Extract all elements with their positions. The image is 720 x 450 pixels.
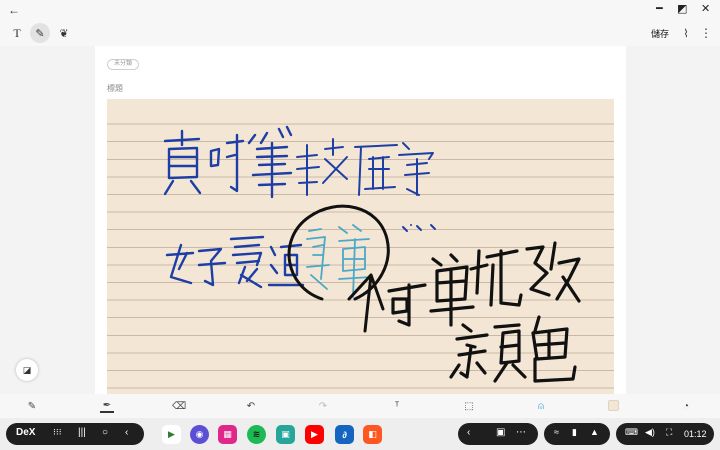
keyboard-icon[interactable]: ⌨ — [625, 427, 638, 438]
handwriting-line-4 — [449, 315, 577, 383]
minimize-icon[interactable]: ━ — [656, 2, 663, 15]
signal-icon[interactable]: ▮ — [572, 427, 577, 438]
shape-pen-icon[interactable]: ⍝ — [534, 399, 548, 413]
messages-icon[interactable]: ▣ — [276, 425, 295, 444]
youtube-icon[interactable]: ▶ — [305, 425, 324, 444]
highlighter-icon[interactable]: ✎ — [25, 399, 39, 413]
taskbar-system-pill: ⌨ ◀) ⛶ 01:12 — [616, 423, 714, 445]
taskbar-status-pill: ≈ ▮ ▲ — [544, 423, 610, 445]
dex-button[interactable]: DeX — [16, 427, 35, 438]
back-arrow-icon[interactable]: ← — [8, 3, 20, 17]
handwriting-strokes — [163, 125, 581, 383]
note-sheet: 未分類 標題 — [95, 46, 626, 394]
window-bar: ← ━ ◩ ✕ — [0, 0, 720, 20]
paper-color-swatch[interactable] — [608, 400, 619, 411]
screen-capture-icon[interactable]: ⛶ — [666, 427, 672, 438]
wifi-icon[interactable]: ≈ — [554, 427, 559, 437]
notes-app-icon[interactable]: ∂ — [335, 425, 354, 444]
handwriting-line-1-continued — [296, 138, 436, 232]
screenshot-icon[interactable]: ▣ — [496, 427, 505, 438]
note-toolbar: T ✎ ❦ 儲存 ⌇ ⋮ — [0, 20, 720, 46]
text-style-icon[interactable]: ᵀ — [390, 399, 404, 413]
text-mode-icon[interactable]: T — [7, 23, 27, 43]
dex-taskbar: DeX ⁝⁝⁝ ||| ○ ‹ ▶ ◉ ▦ ≋ ▣ ▶ ∂ ◧ ‹ ▣ ⋯ ≈ … — [0, 418, 720, 450]
maximize-icon[interactable]: ◩ — [677, 2, 687, 15]
selection-icon[interactable]: ⬚ — [462, 399, 476, 413]
clock: 01:12 — [684, 429, 707, 439]
handwriting-line-1 — [163, 125, 293, 199]
save-button[interactable]: 儲存 — [651, 27, 669, 40]
brush-mode-icon[interactable]: ❦ — [54, 23, 74, 43]
app-grid-icon[interactable]: ⁝⁝⁝ — [53, 427, 62, 438]
undo-icon[interactable]: ↶ — [244, 399, 258, 413]
samsung-internet-icon[interactable]: ◉ — [190, 425, 209, 444]
handwriting-line-2 — [165, 235, 305, 289]
home-icon[interactable]: ○ — [102, 427, 108, 438]
redo-icon[interactable]: ↷ — [316, 399, 330, 413]
handwriting-line-3 — [387, 241, 581, 327]
taskbar-nav-pill: DeX ⁝⁝⁝ ||| ○ ‹ — [6, 423, 144, 445]
taskbar-window-pill: ‹ ▣ ⋯ — [458, 423, 538, 445]
pen-mode-icon[interactable]: ✎ — [30, 23, 50, 43]
expand-up-icon[interactable]: ▲ — [590, 427, 599, 437]
category-tag[interactable]: 未分類 — [107, 59, 140, 70]
eraser-icon[interactable]: ⌫ — [172, 399, 186, 413]
recent-apps-icon[interactable]: ||| — [78, 427, 86, 438]
page-toggle-button[interactable]: ◪ — [16, 359, 38, 381]
paperclip-icon[interactable]: ⌇ — [676, 23, 696, 43]
close-icon[interactable]: ✕ — [701, 2, 710, 15]
collapse-arrow-icon[interactable]: ‹ — [467, 427, 470, 438]
more-vert-icon[interactable]: ⋮ — [696, 23, 716, 43]
pen-icon[interactable]: ✒ — [100, 399, 114, 413]
volume-icon[interactable]: ◀) — [645, 427, 655, 438]
nav-back-icon[interactable]: ‹ — [125, 427, 128, 438]
play-store-icon[interactable]: ▶ — [162, 425, 181, 444]
color-palette-icon[interactable]: ◔ — [679, 399, 693, 413]
gallery-icon[interactable]: ▦ — [218, 425, 237, 444]
title-field[interactable]: 標題 — [107, 83, 123, 94]
office-app-icon[interactable]: ◧ — [363, 425, 382, 444]
more-options-icon[interactable]: ⋯ — [516, 427, 526, 438]
drawing-canvas[interactable] — [107, 99, 614, 394]
spotify-icon[interactable]: ≋ — [247, 425, 266, 444]
